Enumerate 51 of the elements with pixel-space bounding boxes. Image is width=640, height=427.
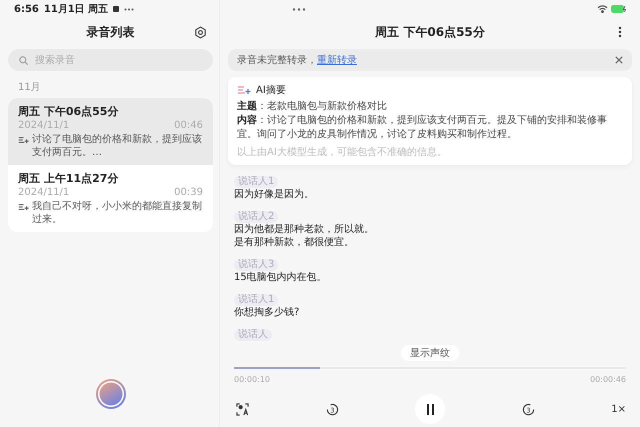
recording-item[interactable]: 周五 下午06点55分 2024/11/1 00:46 讨论了电脑包的价格和新款，提到应该支付两百元。…	[8, 98, 213, 165]
status-date: 11月1日 周五	[44, 3, 108, 16]
more-dots-icon	[292, 8, 306, 10]
ai-summary-title: AI摘要	[256, 84, 286, 97]
more-dots-icon	[124, 8, 134, 10]
summary-icon	[18, 136, 29, 144]
transcript-line: 15电脑包内内在包。	[234, 271, 328, 284]
ai-disclaimer: 以上由AI大模型生成，可能包含不准确的信息。	[237, 146, 448, 159]
month-header: 11月	[18, 81, 42, 94]
transcribe-icon[interactable]	[236, 402, 249, 416]
transcript-line: 你想掏多少钱?	[234, 306, 300, 319]
recording-duration: 00:39	[174, 187, 203, 198]
total-time: 00:00:46	[590, 375, 626, 384]
speaker-tag: 说话人1	[234, 294, 278, 306]
playback-speed-button[interactable]: 1×	[611, 404, 626, 414]
status-time: 6:56	[14, 4, 39, 14]
recording-date: 2024/11/1	[18, 187, 70, 198]
pause-icon	[426, 404, 435, 414]
retranscribe-link[interactable]: 重新转录	[317, 53, 357, 67]
search-field[interactable]: 搜索录音	[8, 49, 213, 71]
more-options-icon[interactable]	[618, 26, 622, 38]
pause-button[interactable]	[415, 394, 446, 424]
transcript-line: 因为他都是那种老款，所以就。	[234, 223, 375, 236]
app-icon	[113, 6, 120, 12]
search-icon	[18, 54, 29, 66]
speaker-tag: 说话人	[234, 329, 272, 341]
recording-title-header: 周五 下午06点55分	[375, 24, 485, 40]
list-title: 录音列表	[86, 24, 134, 40]
battery-icon	[611, 5, 628, 13]
close-icon[interactable]	[615, 56, 623, 64]
record-button[interactable]	[96, 379, 126, 409]
summary-icon	[18, 203, 29, 211]
transcript-line: 因为好像是因为。	[234, 188, 315, 201]
recording-title: 周五 下午06点55分	[18, 104, 120, 119]
settings-icon[interactable]	[194, 26, 207, 38]
ai-summary-icon	[237, 85, 251, 95]
recording-date: 2024/11/1	[18, 120, 70, 131]
speaker-tag: 说话人2	[234, 211, 278, 223]
speaker-tag: 说话人1	[234, 176, 278, 188]
elapsed-time: 00:00:10	[234, 375, 270, 384]
recording-preview: 我自己不对呀，小小米的都能直接复制过来。	[32, 200, 203, 226]
summary-content: 内容：讨论了电脑包的价格和新款，提到应该支付两百元。提及下铺的安排和装修事宜。询问了小龙的皮具制作情况，讨论了皮料购买和制作过程。	[237, 114, 608, 142]
banner-message: 录音未完整转录，	[237, 54, 317, 67]
wifi-icon	[597, 5, 608, 13]
show-waveform-button[interactable]: 显示声纹	[401, 345, 459, 361]
recording-title: 周五 上午11点27分	[18, 171, 120, 186]
speaker-tag: 说话人3	[234, 259, 278, 271]
summary-topic: 主题：老款电脑包与新款价格对比	[237, 100, 388, 114]
recording-duration: 00:46	[174, 120, 203, 131]
recording-preview: 讨论了电脑包的价格和新款，提到应该支付两百元。…	[32, 133, 203, 159]
transcript-line: 是有那种新款，都很便宜。	[234, 236, 355, 249]
